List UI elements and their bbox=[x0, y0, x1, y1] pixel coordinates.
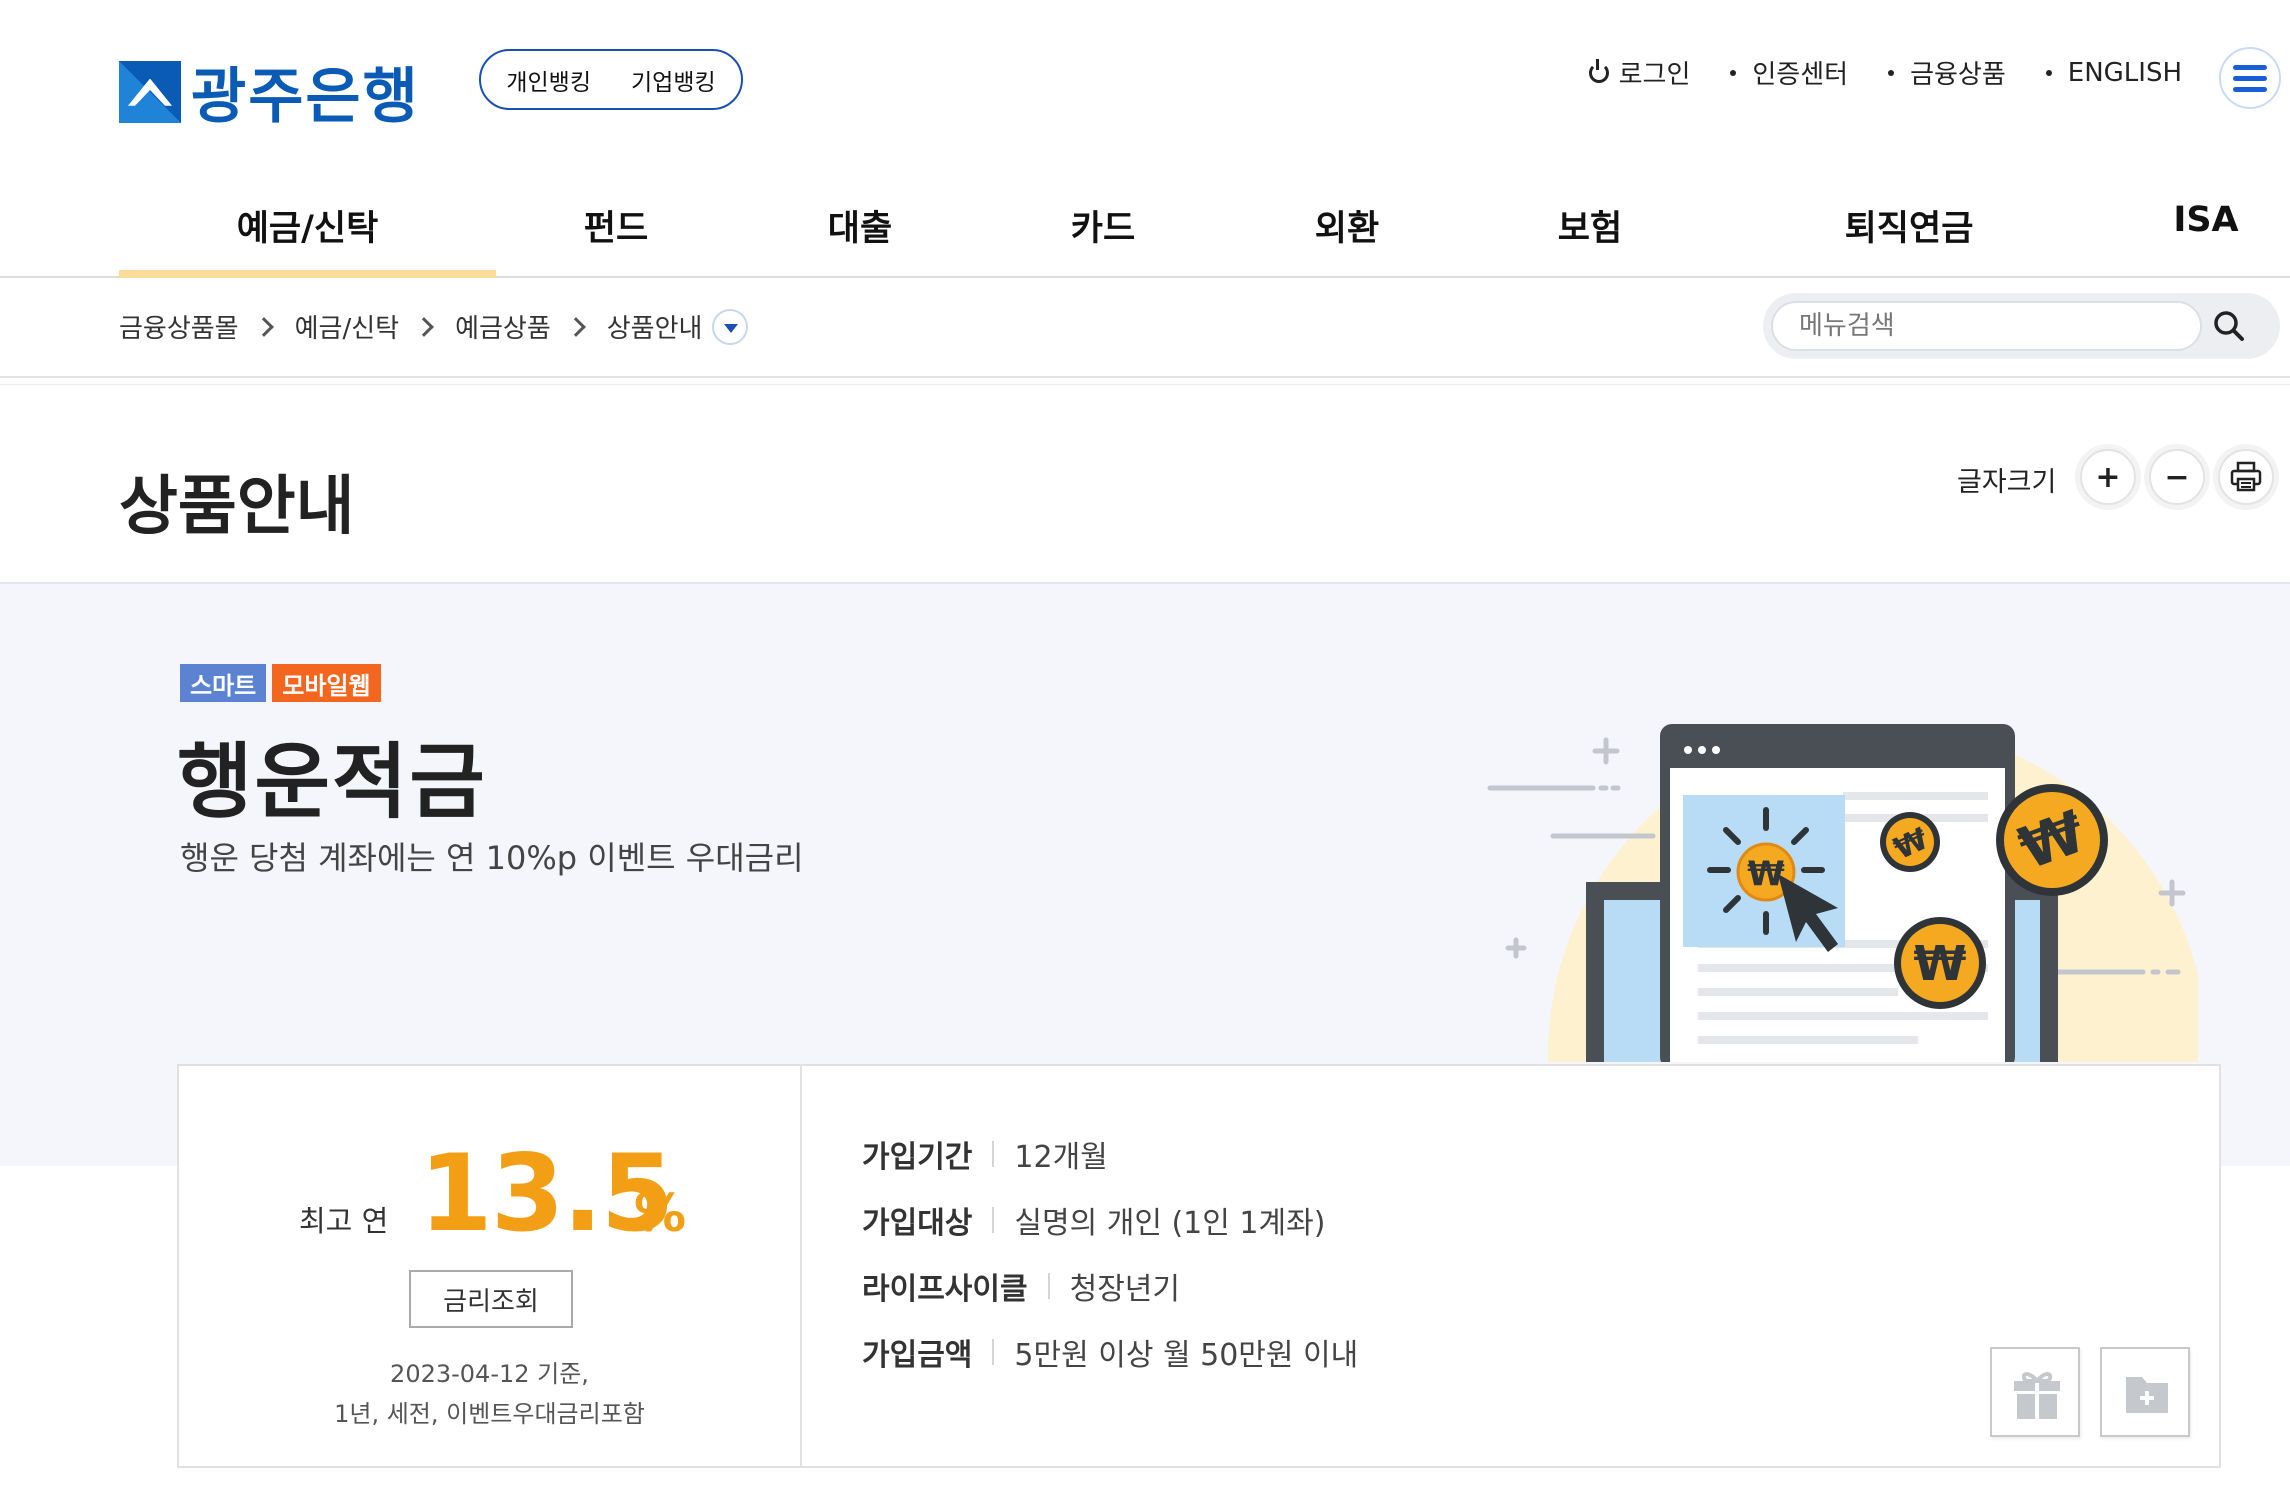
login-label: 로그인 bbox=[1618, 60, 1691, 90]
all-menu-button[interactable] bbox=[2219, 47, 2281, 109]
chevron-right-icon bbox=[414, 316, 434, 337]
product-badges: 스마트 모바일웹 bbox=[180, 664, 381, 702]
svg-text:₩: ₩ bbox=[1747, 854, 1785, 894]
product-summary-card: 최고 연 13.5 % 금리조회 2023-04-12 기준, 1년, 세전, … bbox=[177, 1064, 2221, 1468]
detail-value: 실명의 개인 (1인 1계좌) bbox=[1014, 1206, 1326, 1241]
won-coin-icon: ₩ bbox=[1996, 784, 2108, 896]
text-size-increase-button[interactable]: + bbox=[2080, 449, 2136, 505]
print-button[interactable] bbox=[2218, 449, 2274, 505]
top-header: 광주은행 개인뱅킹 기업뱅킹 로그인 인증센터 금융상품 ENGLISH bbox=[0, 0, 2290, 160]
banking-type-toggle: 개인뱅킹 기업뱅킹 bbox=[479, 49, 743, 110]
plus-icon: + bbox=[2095, 459, 2121, 495]
divider bbox=[1047, 1273, 1050, 1299]
product-illustration: ₩ ₩ ₩ ₩ bbox=[1487, 724, 2198, 1062]
divider bbox=[992, 1141, 995, 1167]
save-to-folder-button[interactable] bbox=[2100, 1347, 2190, 1437]
detail-value: 12개월 bbox=[1014, 1140, 1108, 1175]
chevron-right-icon bbox=[253, 316, 274, 337]
corporate-banking-link[interactable]: 기업뱅킹 bbox=[631, 63, 716, 97]
bank-logo[interactable]: 광주은행 bbox=[119, 48, 420, 135]
menu-icon bbox=[2233, 64, 2267, 70]
detail-value: 5만원 이상 월 50만원 이내 bbox=[1014, 1338, 1359, 1373]
page-title: 상품안내 bbox=[119, 470, 355, 544]
detail-label: 가입금액 bbox=[862, 1338, 973, 1373]
print-icon bbox=[2230, 461, 2262, 492]
financial-products-label: 금융상품 bbox=[1910, 60, 2006, 90]
gnb-pension[interactable]: 퇴직연금 bbox=[1834, 200, 1984, 276]
text-size-decrease-button[interactable]: − bbox=[2149, 449, 2205, 505]
detail-eligibility: 가입대상 실명의 개인 (1인 1계좌) bbox=[862, 1198, 1325, 1242]
text-size-label: 글자크기 bbox=[1957, 467, 2057, 498]
detail-label: 가입대상 bbox=[862, 1206, 973, 1241]
smart-badge: 스마트 bbox=[180, 664, 267, 702]
rate-inquiry-button[interactable]: 금리조회 bbox=[409, 1270, 573, 1328]
gnb-insurance[interactable]: 보험 bbox=[1540, 200, 1640, 276]
cert-center-link[interactable]: 인증센터 bbox=[1730, 54, 1848, 91]
detail-label: 가입기간 bbox=[862, 1140, 973, 1175]
card-divider bbox=[800, 1066, 802, 1466]
breadcrumb-item[interactable]: 예금상품 bbox=[455, 308, 551, 345]
login-link[interactable]: 로그인 bbox=[1588, 54, 1691, 91]
won-coin-icon: ₩ bbox=[1894, 917, 1986, 1009]
gnb-deposit-trust[interactable]: 예금/신탁 bbox=[119, 200, 496, 278]
minus-icon: − bbox=[2164, 459, 2190, 495]
breadcrumb: 금융상품몰 예금/신탁 예금상품 상품안내 bbox=[119, 308, 749, 345]
detail-label: 라이프사이클 bbox=[862, 1272, 1028, 1307]
gift-button[interactable] bbox=[1990, 1347, 2080, 1437]
won-coin-icon: ₩ bbox=[1880, 812, 1940, 872]
logo-text: 광주은행 bbox=[191, 62, 420, 132]
max-rate-label: 최고 연 bbox=[299, 1204, 389, 1238]
gnb-forex[interactable]: 외환 bbox=[1297, 200, 1397, 276]
bullet-icon bbox=[1888, 69, 1895, 76]
detail-lifecycle: 라이프사이클 청장년기 bbox=[862, 1264, 1180, 1308]
logo-mark-icon bbox=[119, 60, 181, 123]
menu-search bbox=[1763, 293, 2280, 359]
bullet-icon bbox=[2045, 69, 2052, 76]
detail-amount: 가입금액 5만원 이상 월 50만원 이내 bbox=[862, 1330, 1358, 1374]
breadcrumb-dropdown-button[interactable] bbox=[712, 308, 749, 345]
main-navigation: 예금/신탁 펀드 대출 카드 외환 보험 퇴직연금 ISA bbox=[0, 190, 2290, 278]
menu-search-input[interactable] bbox=[1771, 301, 2202, 351]
gnb-card[interactable]: 카드 bbox=[1053, 200, 1153, 276]
cert-center-label: 인증센터 bbox=[1752, 60, 1849, 90]
product-name: 행운적금 bbox=[177, 735, 487, 830]
rate-base-date: 2023-04-12 기준, bbox=[390, 1360, 589, 1388]
personal-banking-link[interactable]: 개인뱅킹 bbox=[506, 63, 591, 97]
folder-add-icon bbox=[2126, 1377, 2168, 1413]
bullet-icon bbox=[1730, 69, 1737, 76]
breadcrumb-item[interactable]: 예금/신탁 bbox=[295, 308, 399, 345]
divider bbox=[0, 376, 2290, 378]
breadcrumb-item[interactable]: 금융상품몰 bbox=[119, 308, 239, 345]
mobile-web-badge: 모바일웹 bbox=[272, 664, 381, 702]
max-rate-unit: % bbox=[634, 1184, 687, 1244]
english-label: ENGLISH bbox=[2067, 57, 2182, 88]
financial-products-link[interactable]: 금융상품 bbox=[1888, 54, 2006, 91]
product-description: 행운 당첨 계좌에는 연 10%p 이벤트 우대금리 bbox=[180, 839, 804, 877]
gnb-isa[interactable]: ISA bbox=[2156, 200, 2256, 276]
utility-nav: 로그인 인증센터 금융상품 ENGLISH bbox=[1588, 54, 2182, 91]
rate-conditions: 1년, 세전, 이벤트우대금리포함 bbox=[334, 1400, 645, 1428]
gift-icon bbox=[2014, 1372, 2060, 1419]
detail-value: 청장년기 bbox=[1069, 1272, 1181, 1307]
breadcrumb-current: 상품안내 bbox=[606, 314, 703, 344]
detail-term: 가입기간 12개월 bbox=[862, 1132, 1108, 1176]
search-icon[interactable] bbox=[2212, 309, 2246, 343]
svg-text:₩: ₩ bbox=[1914, 936, 1967, 992]
divider bbox=[0, 384, 2290, 385]
divider bbox=[992, 1207, 995, 1233]
gnb-loan[interactable]: 대출 bbox=[810, 200, 910, 276]
divider bbox=[992, 1339, 995, 1365]
chevron-right-icon bbox=[565, 316, 586, 337]
gnb-fund[interactable]: 펀드 bbox=[566, 200, 666, 276]
english-link[interactable]: ENGLISH bbox=[2045, 57, 2182, 88]
power-icon bbox=[1588, 58, 1609, 83]
